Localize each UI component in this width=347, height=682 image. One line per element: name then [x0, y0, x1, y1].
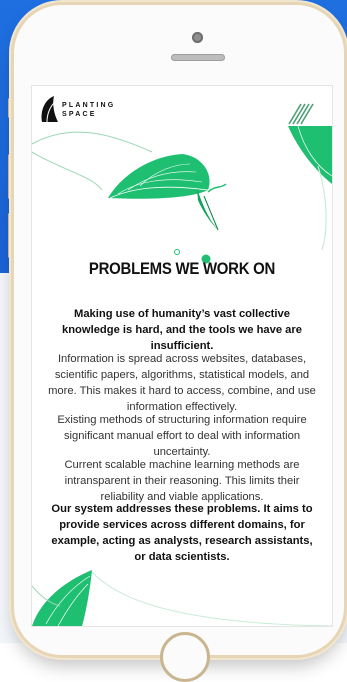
paragraph-ml-methods: Current scalable machine learning method… [64, 459, 300, 503]
brand-name[interactable]: PLANTING SPACE [62, 101, 115, 119]
diagonal-stripes-icon [288, 103, 314, 125]
intro-paragraph: Making use of humanity’s vast collective… [62, 308, 302, 352]
phone-home-button [160, 632, 210, 682]
paragraph-structuring-methods: Existing methods of structuring informat… [57, 414, 307, 458]
hero-illustration [32, 126, 332, 264]
phone-speaker [171, 54, 225, 61]
bottom-illustration [32, 570, 332, 626]
paragraph-information-spread: Information is spread across websites, d… [48, 353, 316, 413]
phone-camera [192, 32, 203, 43]
brand-line-1: PLANTING [62, 102, 116, 109]
brand-line-2: SPACE [62, 111, 97, 118]
planting-space-logo-icon[interactable] [38, 92, 60, 124]
phone-screen[interactable]: PLANTING SPACE PROBLEMS WE WORK ON Makin… [31, 85, 333, 627]
page-title: PROBLEMS WE WORK ON [88, 259, 276, 278]
